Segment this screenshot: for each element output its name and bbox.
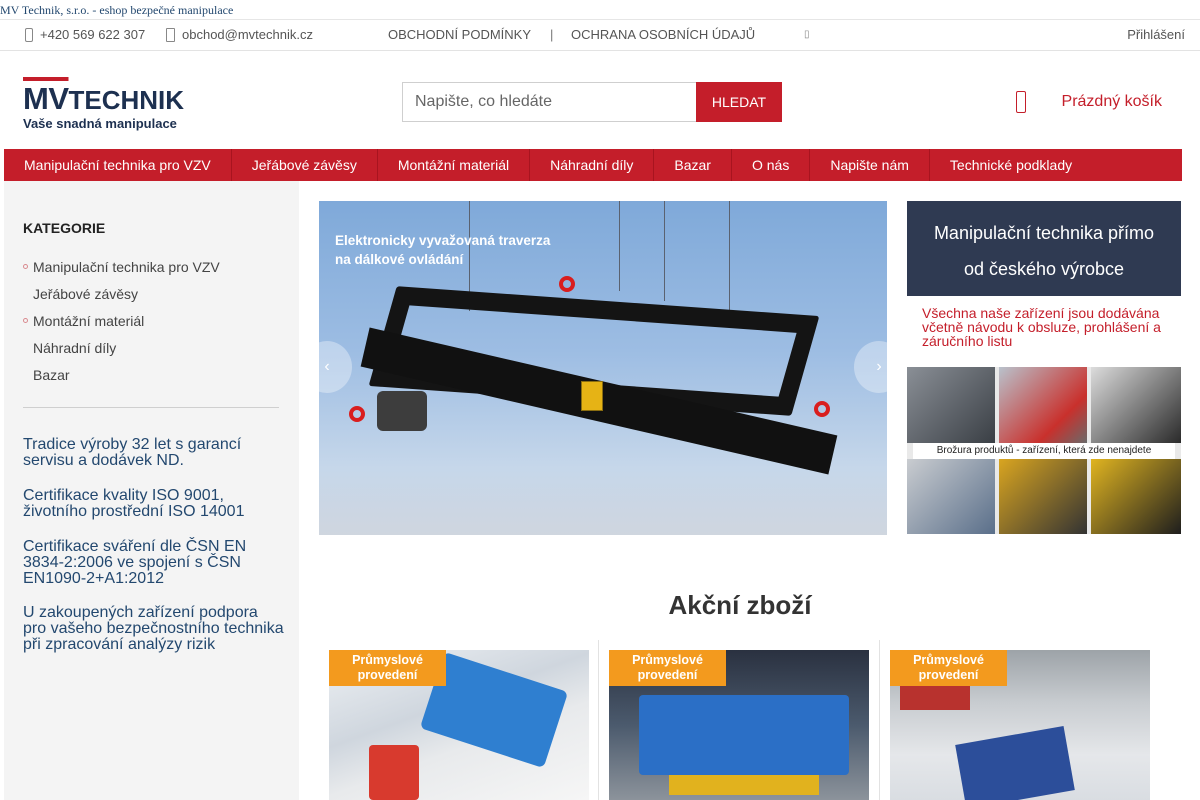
nav-item-bazaar[interactable]: Bazar	[654, 149, 732, 181]
top-bar: +420 569 622 307 obchod@mvtechnik.cz OBC…	[0, 20, 1200, 51]
hook-icon	[349, 406, 365, 422]
email-contact[interactable]: obchod@mvtechnik.cz	[165, 20, 313, 50]
sidebar: KATEGORIE Manipulační technika pro VZV J…	[4, 181, 299, 800]
hook-icon	[814, 401, 830, 417]
login-link[interactable]: Přihlášení	[1127, 20, 1185, 50]
nav-item-tech-docs[interactable]: Technické podklady	[930, 149, 1092, 181]
usp-iso-certification: Certifikace kvality ISO 9001, životního …	[23, 487, 245, 520]
search-button[interactable]: HLEDAT	[696, 82, 782, 122]
privacy-link[interactable]: OCHRANA OSOBNÍCH ÚDAJŮ	[571, 20, 755, 50]
terms-link[interactable]: OBCHODNÍ PODMÍNKY	[388, 20, 531, 50]
brochure-photo	[907, 367, 995, 443]
site-header: MVTECHNIK Vaše snadná manipulace HLEDAT …	[0, 51, 1200, 148]
cart-label: Prázdný košík	[1061, 93, 1162, 110]
product-divider	[598, 640, 599, 800]
product-card[interactable]: Průmyslové provedení	[890, 650, 1150, 800]
product-card[interactable]: Průmyslové provedení	[609, 650, 869, 800]
brochure-photo	[999, 367, 1087, 443]
sidebar-heading: KATEGORIE	[23, 220, 106, 236]
site-logo[interactable]: MVTECHNIK Vaše snadná manipulace	[23, 81, 218, 132]
nav-item-contact[interactable]: Napište nám	[810, 149, 930, 181]
featured-section-title: Akční zboží	[668, 590, 812, 620]
topbar-separator: |	[550, 27, 554, 42]
promo-title-line2: od českého výrobce	[963, 259, 1125, 279]
product-divider	[879, 640, 880, 800]
search-input[interactable]	[402, 82, 696, 122]
slider-next-arrow-icon[interactable]: ›	[854, 341, 887, 393]
phone-icon	[23, 28, 33, 42]
usp-welding-certification: Certifikace sváření dle ČSN EN 3834-2:20…	[23, 538, 247, 587]
mail-icon	[165, 28, 175, 42]
product-badge: Průmyslové provedení	[890, 650, 1007, 686]
cart-icon	[1015, 91, 1026, 113]
promo-banner[interactable]: Manipulační technika přímo od českého vý…	[907, 201, 1181, 296]
control-box	[581, 381, 603, 411]
cable-line	[619, 201, 620, 291]
category-list: Manipulační technika pro VZV Jeřábové zá…	[23, 257, 278, 392]
brochure-banner[interactable]: Brožura produktů - zařízení, která zde n…	[907, 367, 1181, 534]
brochure-photo	[1091, 367, 1181, 443]
nav-item-crane-hangers[interactable]: Jeřábové závěsy	[232, 149, 378, 181]
nav-item-mounting-material[interactable]: Montážní materiál	[378, 149, 531, 181]
cable-line	[729, 201, 730, 321]
phone-number: +420 569 622 307	[40, 27, 146, 42]
email-address: obchod@mvtechnik.cz	[182, 27, 313, 42]
promo-title-line1: Manipulační technika přímo	[933, 223, 1155, 243]
brochure-photo	[907, 459, 995, 534]
slider-caption: Elektronicky vyvažovaná traverza na dálk…	[335, 233, 551, 267]
nav-item-about[interactable]: O nás	[732, 149, 811, 181]
brochure-caption: Brožura produktů - zařízení, která zde n…	[913, 443, 1175, 459]
more-menu-icon[interactable]: ▯	[804, 20, 810, 50]
browser-title: MV Technik, s.r.o. - eshop bezpečné mani…	[0, 0, 1200, 20]
brochure-photo	[1091, 459, 1181, 534]
product-badge: Průmyslové provedení	[329, 650, 446, 686]
nav-item-forklift-equipment[interactable]: Manipulační technika pro VZV	[4, 149, 232, 181]
brochure-photo	[999, 459, 1087, 534]
cart-widget[interactable]: Prázdný košík	[1015, 89, 1162, 115]
traverse-motor	[377, 391, 427, 431]
hook-icon	[559, 276, 575, 292]
category-item[interactable]: Manipulační technika pro VZV	[23, 257, 278, 284]
nav-item-spare-parts[interactable]: Náhradní díly	[530, 149, 655, 181]
product-badge: Průmyslové provedení	[609, 650, 726, 686]
sidebar-divider	[23, 407, 279, 408]
usp-tradition: Tradice výroby 32 let s garancí servisu …	[23, 436, 242, 469]
logo-wordmark: MVTECHNIK	[23, 81, 185, 116]
slider-prev-arrow-icon[interactable]: ‹	[319, 341, 352, 393]
product-card[interactable]: Průmyslové provedení	[329, 650, 589, 800]
category-item[interactable]: Montážní materiál	[23, 311, 278, 338]
category-item[interactable]: Náhradní díly	[23, 338, 278, 365]
cable-line	[664, 201, 665, 301]
logo-tagline: Vaše snadná manipulace	[23, 116, 177, 131]
main-navigation: Manipulační technika pro VZV Jeřábové zá…	[4, 149, 1182, 181]
phone-contact[interactable]: +420 569 622 307	[23, 20, 145, 50]
category-item[interactable]: Bazar	[23, 365, 278, 392]
search-bar: HLEDAT	[402, 82, 782, 122]
promo-note: Všechna naše zařízení jsou dodávána včet…	[922, 305, 1161, 349]
hero-slider[interactable]: Elektronicky vyvažovaná traverza na dálk…	[319, 201, 887, 535]
usp-safety-support: U zakoupených zařízení podpora pro vašeh…	[23, 604, 284, 653]
category-item[interactable]: Jeřábové závěsy	[23, 284, 278, 311]
